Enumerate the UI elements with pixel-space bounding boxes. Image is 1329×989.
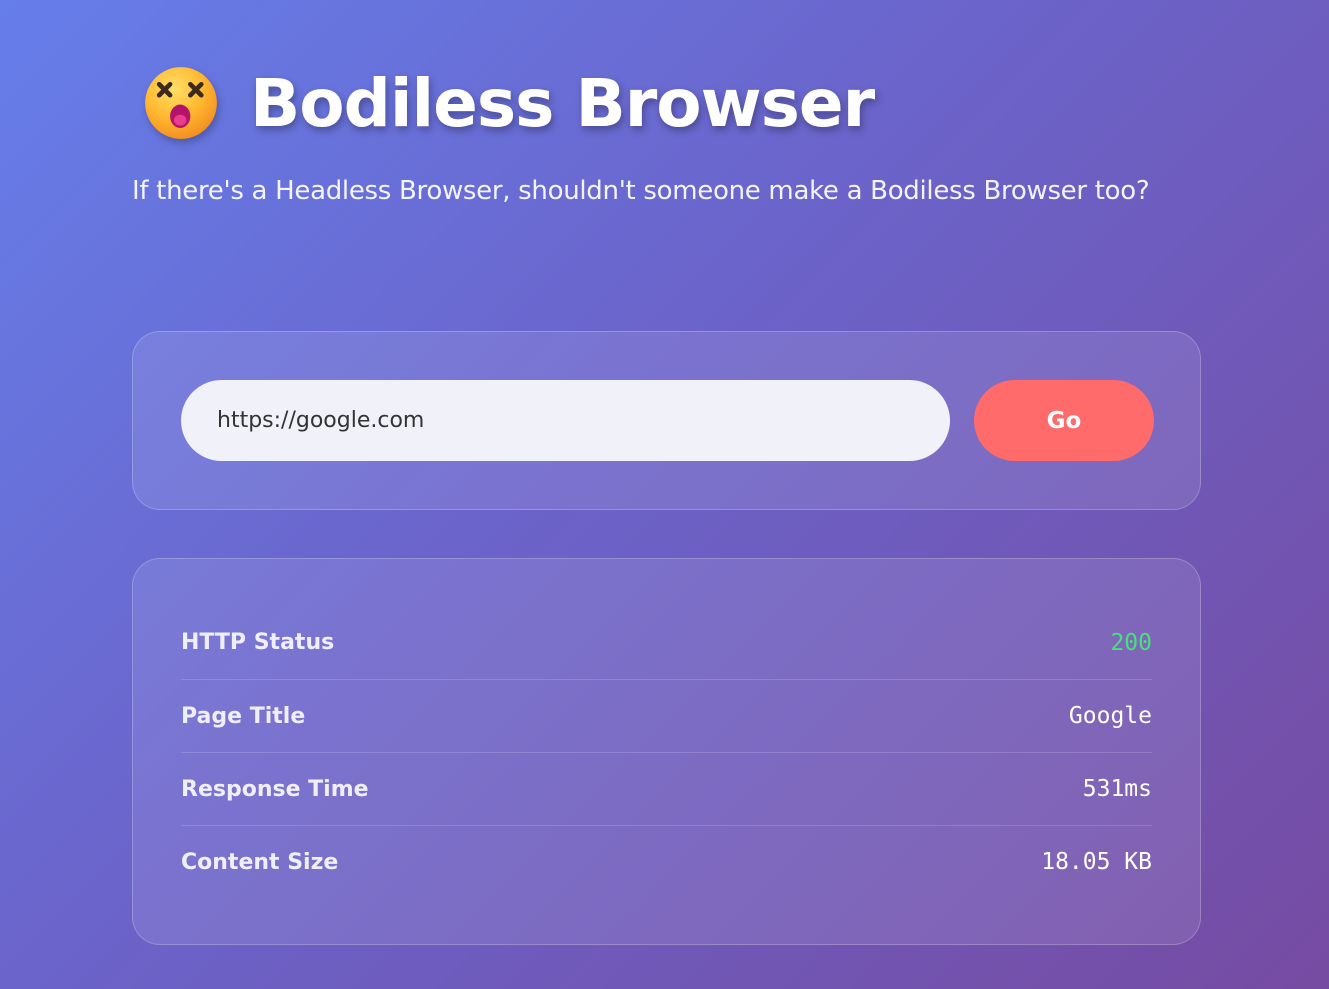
result-row-response-time: Response Time 531ms — [181, 753, 1152, 826]
content-size-label: Content Size — [181, 849, 339, 875]
result-row-content-size: Content Size 18.05 KB — [181, 826, 1152, 898]
title-row: Bodiless Browser — [132, 58, 1212, 148]
content-size-value: 18.05 KB — [1041, 849, 1152, 875]
url-form-card: Go — [132, 331, 1201, 510]
result-row-page-title: Page Title Google — [181, 680, 1152, 753]
page-title: Bodiless Browser — [250, 64, 875, 142]
go-button[interactable]: Go — [974, 380, 1154, 461]
dizzy-face-icon — [145, 67, 217, 139]
page-header: Bodiless Browser If there's a Headless B… — [132, 58, 1212, 207]
page-title-label: Page Title — [181, 703, 306, 729]
results-card: HTTP Status 200 Page Title Google Respon… — [132, 558, 1201, 945]
http-status-value: 200 — [1110, 629, 1152, 656]
response-time-value: 531ms — [1082, 776, 1152, 802]
page-subtitle: If there's a Headless Browser, shouldn't… — [132, 176, 1150, 206]
page-title-value: Google — [1068, 703, 1152, 729]
result-row-http-status: HTTP Status 200 — [181, 606, 1152, 680]
http-status-label: HTTP Status — [181, 630, 335, 655]
response-time-label: Response Time — [181, 776, 369, 802]
url-input[interactable] — [181, 380, 950, 461]
